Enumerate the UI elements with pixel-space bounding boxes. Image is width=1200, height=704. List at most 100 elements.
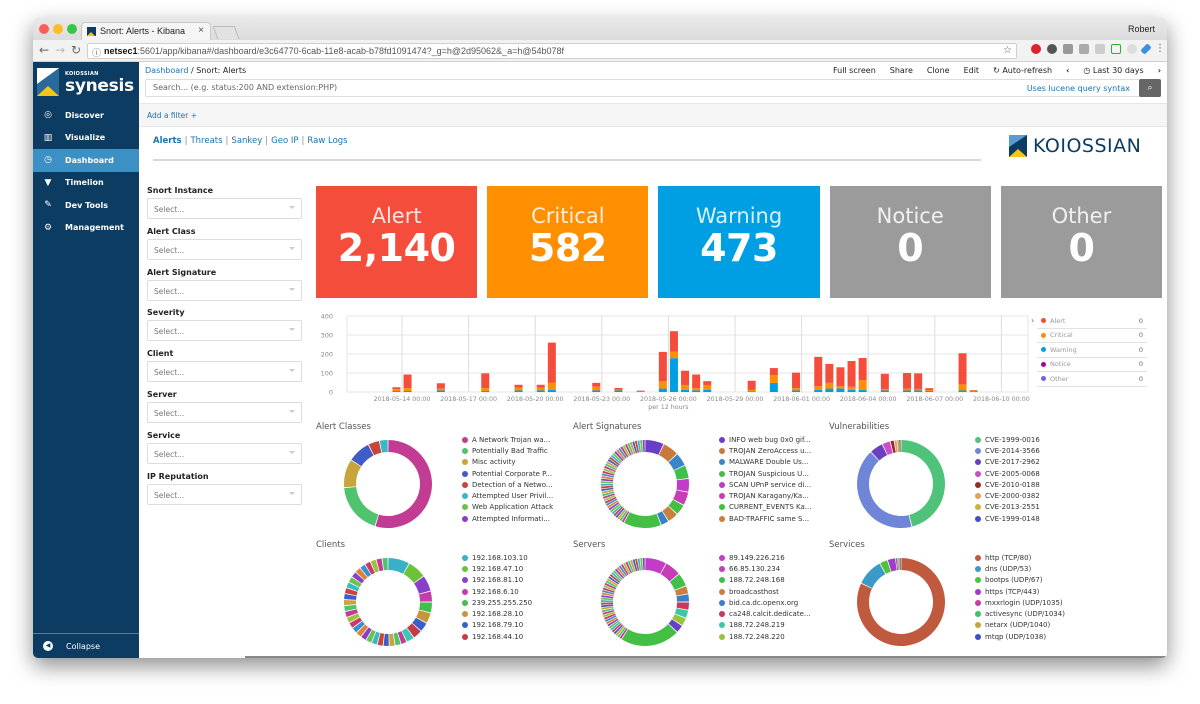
legend-item[interactable]: 188.72.248.168: [719, 575, 829, 586]
legend-item[interactable]: 192.168.79.10: [462, 620, 572, 631]
extension-icon[interactable]: [1063, 44, 1073, 54]
bar-segment-alert[interactable]: [592, 382, 601, 387]
legend-item[interactable]: 188.72.248.220: [719, 631, 829, 642]
donut-slice[interactable]: [382, 558, 388, 571]
legend-item[interactable]: Other 0: [1037, 372, 1147, 387]
bar-segment-alert[interactable]: [436, 383, 445, 389]
bar-segment-critical[interactable]: [514, 387, 523, 391]
legend-item[interactable]: A Network Trojan wa...: [462, 434, 572, 445]
donut-slice[interactable]: [642, 440, 645, 453]
bar-segment-critical[interactable]: [747, 389, 756, 392]
legend-item[interactable]: 89.149.226.216: [719, 552, 829, 563]
donut-slice[interactable]: [899, 440, 901, 453]
legend-item[interactable]: CURRENT_EVENTS Ka...: [719, 502, 829, 513]
legend-item[interactable]: MALWARE Double Us...: [719, 457, 829, 468]
donut-chart[interactable]: [338, 434, 438, 534]
add-filter-button[interactable]: Add a filter +: [147, 111, 197, 120]
legend-item[interactable]: 192.168.47.10: [462, 563, 572, 574]
bar-segment-critical[interactable]: [903, 388, 912, 391]
bar-segment-warning[interactable]: [692, 390, 701, 392]
time-forward-chevron-icon[interactable]: ›: [1158, 66, 1161, 75]
bar-segment-critical[interactable]: [636, 390, 645, 392]
evernote-icon[interactable]: [1047, 44, 1057, 54]
bar-segment-critical[interactable]: [969, 390, 978, 392]
legend-item[interactable]: 188.72.248.219: [719, 620, 829, 631]
skype-icon[interactable]: [1095, 44, 1105, 54]
auto-refresh-button[interactable]: ↻ Auto-refresh: [993, 66, 1052, 75]
bar-segment-alert[interactable]: [681, 370, 690, 385]
legend-item[interactable]: ca248.calcit.dedicate...: [719, 608, 829, 619]
bar-segment-critical[interactable]: [769, 375, 778, 383]
bar-segment-alert[interactable]: [669, 331, 678, 352]
bar-segment-warning[interactable]: [858, 389, 867, 392]
tab-close-icon[interactable]: ×: [198, 25, 204, 36]
alert-class-select[interactable]: Select...: [147, 238, 302, 260]
legend-toggle-icon[interactable]: ›: [1031, 316, 1034, 325]
bar-segment-critical[interactable]: [925, 390, 934, 392]
bar-segment-alert[interactable]: [403, 374, 412, 389]
minimize-window-button[interactable]: [53, 24, 63, 34]
dashboard-link-sankey[interactable]: Sankey: [231, 136, 262, 146]
donut-slice[interactable]: [344, 486, 379, 526]
alerts-over-time-chart[interactable]: 0 100 200 300 400 2018-05-14 00:00 2018-05-17 …: [316, 312, 1036, 412]
extension-icon[interactable]: [1079, 44, 1089, 54]
legend-item[interactable]: Warning 0: [1037, 343, 1147, 358]
legend-item[interactable]: BAD-TRAFFIC same S...: [719, 513, 829, 524]
bar-segment-warning[interactable]: [392, 391, 401, 392]
legend-item[interactable]: CVE-2010-0188: [975, 479, 1085, 490]
bar-segment-critical[interactable]: [681, 384, 690, 390]
bar-segment-alert[interactable]: [536, 384, 545, 388]
legend-item[interactable]: TROJAN Karagany/Ka...: [719, 490, 829, 501]
bar-segment-critical[interactable]: [958, 384, 967, 391]
donut-slice[interactable]: [601, 483, 614, 486]
dashboard-link-raw-logs[interactable]: Raw Logs: [307, 136, 347, 146]
bar-segment-warning[interactable]: [958, 390, 967, 392]
bar-segment-warning[interactable]: [880, 390, 889, 392]
full-screen-button[interactable]: Full screen: [833, 66, 876, 75]
client-select[interactable]: Select...: [147, 361, 302, 383]
alert-signature-select[interactable]: Select...: [147, 279, 302, 301]
legend-item[interactable]: CVE-2014-3566: [975, 445, 1085, 456]
bar-segment-warning[interactable]: [514, 390, 523, 392]
bar-segment-alert[interactable]: [925, 388, 934, 391]
bar-segment-warning[interactable]: [914, 390, 923, 392]
back-arrow-icon[interactable]: ←: [39, 43, 49, 57]
bar-segment-critical[interactable]: [836, 386, 845, 389]
bar-segment-critical[interactable]: [547, 382, 556, 390]
legend-item[interactable]: CVE-2005-0068: [975, 468, 1085, 479]
legend-item[interactable]: 192.168.81.10: [462, 575, 572, 586]
bar-segment-warning[interactable]: [536, 390, 545, 392]
bar-segment-critical[interactable]: [792, 388, 801, 391]
bar-segment-critical[interactable]: [703, 384, 712, 390]
sidebar-item-dev-tools[interactable]: ✎ Dev Tools: [33, 194, 139, 217]
legend-item[interactable]: mxxrlogin (UDP/1035): [975, 597, 1085, 608]
bar-segment-warning[interactable]: [814, 389, 823, 392]
bar-segment-critical[interactable]: [592, 386, 601, 391]
legend-item[interactable]: Detection of a Netwo...: [462, 479, 572, 490]
bar-segment-alert[interactable]: [514, 384, 523, 388]
donut-slice[interactable]: [383, 633, 389, 646]
bookmark-star-icon[interactable]: ☆: [1003, 45, 1012, 56]
collapse-button[interactable]: ◀ Collapse: [33, 633, 139, 658]
donut-chart[interactable]: [338, 552, 438, 652]
bar-segment-critical[interactable]: [814, 386, 823, 390]
bar-segment-alert[interactable]: [858, 357, 867, 381]
bar-segment-warning[interactable]: [792, 390, 801, 392]
bar-segment-warning[interactable]: [836, 388, 845, 392]
legend-item[interactable]: CVE-2013-2551: [975, 502, 1085, 513]
legend-item[interactable]: dns (UDP/53): [975, 563, 1085, 574]
legend-item[interactable]: netarx (UDP/1040): [975, 620, 1085, 631]
bar-segment-warning[interactable]: [925, 391, 934, 392]
bar-segment-alert[interactable]: [614, 388, 623, 390]
donut-chart[interactable]: [595, 552, 695, 652]
bar-segment-critical[interactable]: [614, 389, 623, 391]
screenshot-icon[interactable]: [1111, 44, 1121, 54]
bar-segment-alert[interactable]: [903, 373, 912, 389]
bar-segment-warning[interactable]: [825, 388, 834, 392]
bar-segment-warning[interactable]: [636, 391, 645, 392]
time-back-chevron-icon[interactable]: ‹: [1066, 66, 1069, 75]
server-select[interactable]: Select...: [147, 401, 302, 423]
legend-item[interactable]: 192.168.103.10: [462, 552, 572, 563]
legend-item[interactable]: Alert 0: [1037, 314, 1147, 329]
close-window-button[interactable]: [39, 24, 49, 34]
